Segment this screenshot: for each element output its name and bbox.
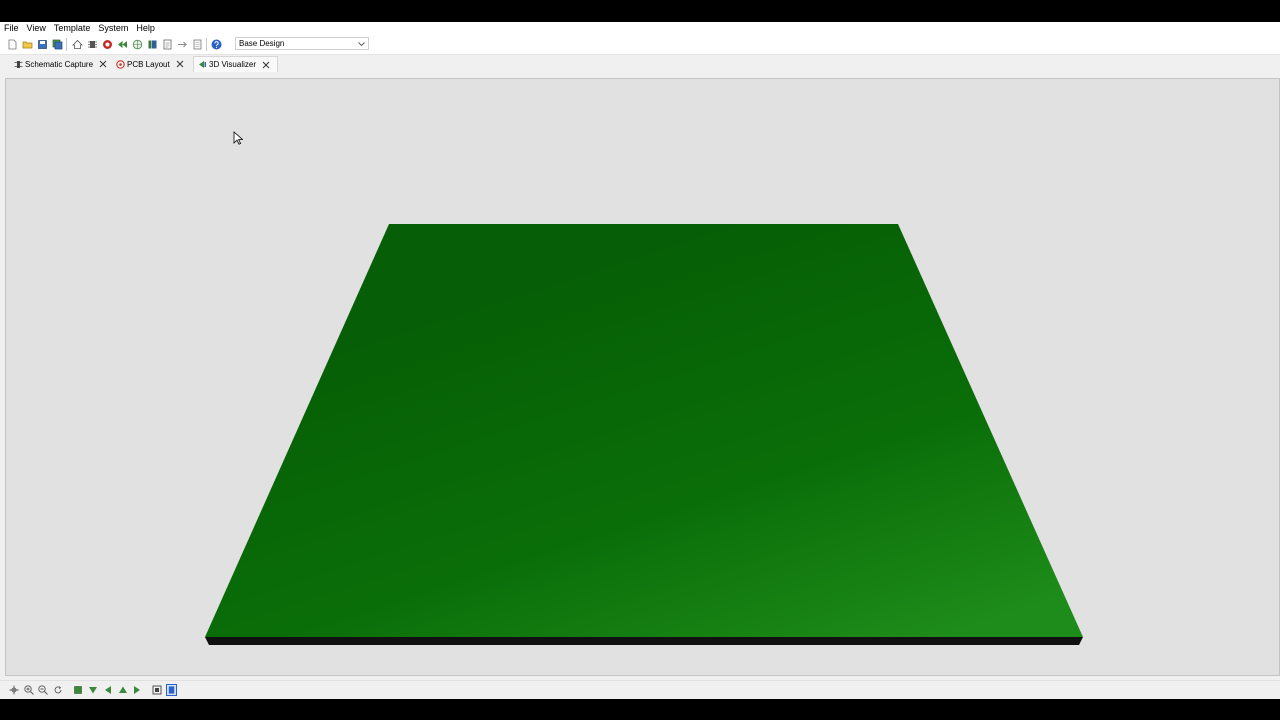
front-view-icon[interactable]: [117, 684, 128, 696]
new-file-icon[interactable]: [7, 38, 18, 50]
tab-label: 3D Visualizer: [209, 60, 256, 69]
mouse-cursor-icon: [233, 131, 243, 145]
chevron-down-icon: [358, 42, 365, 47]
rewind-icon[interactable]: [117, 38, 128, 50]
tab-label: PCB Layout: [127, 59, 170, 69]
menu-template[interactable]: Template: [50, 22, 95, 35]
library-icon[interactable]: [147, 38, 158, 50]
toolbar-separator: [66, 38, 67, 51]
visualizer-icon: [199, 61, 206, 68]
pan-icon[interactable]: [8, 684, 19, 696]
notes-icon[interactable]: [192, 38, 203, 50]
tab-pcb-layout[interactable]: PCB Layout: [116, 56, 184, 72]
save-all-icon[interactable]: [52, 38, 63, 50]
bottom-view-icon[interactable]: [87, 684, 98, 696]
export-icon[interactable]: [177, 38, 188, 50]
menu-bar: File View Template System Help: [0, 22, 1280, 35]
toolbar-separator: [206, 38, 207, 51]
design-selector-dropdown[interactable]: Base Design: [235, 37, 369, 50]
open-folder-icon[interactable]: [22, 38, 33, 50]
rotate-icon[interactable]: [52, 684, 63, 696]
fit-view-icon[interactable]: [151, 684, 162, 696]
design-selector-value: Base Design: [239, 39, 285, 48]
board-view-icon[interactable]: [166, 684, 177, 696]
component-icon[interactable]: [87, 38, 98, 50]
left-view-icon[interactable]: [102, 684, 113, 696]
menu-file[interactable]: File: [0, 22, 23, 35]
close-icon[interactable]: [99, 60, 107, 68]
globe-icon[interactable]: [132, 38, 143, 50]
menu-view[interactable]: View: [23, 22, 50, 35]
menu-system[interactable]: System: [94, 22, 132, 35]
tab-schematic-capture[interactable]: Schematic Capture: [14, 56, 107, 72]
board-top-surface: [205, 224, 1083, 637]
right-view-icon[interactable]: [131, 684, 142, 696]
menu-help[interactable]: Help: [132, 22, 159, 35]
board-edge: [205, 637, 1083, 645]
top-view-icon[interactable]: [72, 684, 83, 696]
record-icon[interactable]: [102, 38, 113, 50]
pcb-icon: [116, 59, 125, 69]
pcb-board-3d[interactable]: [6, 79, 1279, 675]
close-icon[interactable]: [176, 60, 184, 68]
document-icon[interactable]: [162, 38, 173, 50]
zoom-out-icon[interactable]: [37, 684, 48, 696]
application-window: File View Template System Help Base Desi…: [0, 22, 1280, 699]
tab-3d-visualizer[interactable]: 3D Visualizer: [193, 56, 278, 72]
zoom-in-icon[interactable]: [23, 684, 34, 696]
tab-label: Schematic Capture: [25, 59, 94, 69]
document-tabs: Schematic Capture PCB Layout 3D Visualiz…: [0, 55, 1280, 73]
3d-viewport[interactable]: [5, 78, 1280, 676]
save-icon[interactable]: [37, 38, 48, 50]
main-toolbar: Base Design: [0, 35, 1280, 55]
help-icon[interactable]: [211, 38, 222, 50]
home-icon[interactable]: [72, 38, 83, 50]
close-icon[interactable]: [262, 61, 270, 69]
view-toolbar: [0, 680, 1280, 699]
schematic-icon: [14, 60, 23, 68]
